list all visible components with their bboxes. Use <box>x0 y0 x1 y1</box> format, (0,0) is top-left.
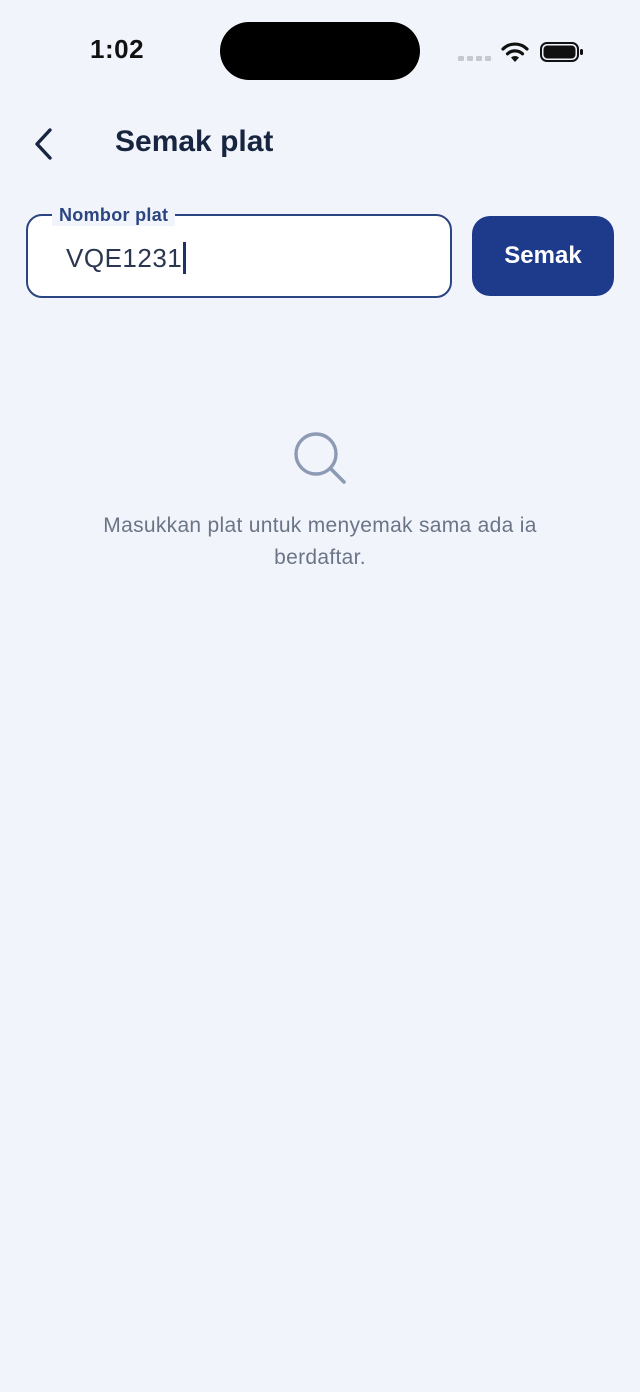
battery-icon <box>540 42 583 62</box>
plate-number-value: VQE1231 <box>66 242 183 273</box>
empty-state-message: Masukkan plat untuk menyemak sama ada ia… <box>103 514 537 569</box>
status-time: 1:02 <box>90 34 145 64</box>
text-caret <box>183 242 186 274</box>
status-bar: 1:02 <box>0 0 640 100</box>
cellular-signal-icon <box>458 54 492 62</box>
page-title: Semak plat <box>115 125 274 158</box>
plate-number-label: Nombor plat <box>52 204 176 228</box>
plate-number-field[interactable]: Nombor plat VQE1231 <box>26 204 452 298</box>
search-icon <box>294 432 346 484</box>
plate-number-input[interactable]: VQE1231 <box>66 240 186 276</box>
header: Semak plat <box>0 110 640 180</box>
wifi-icon <box>501 42 529 62</box>
dynamic-island <box>220 22 420 80</box>
back-button[interactable] <box>22 122 66 166</box>
check-button[interactable]: Semak <box>472 216 614 296</box>
chevron-left-icon <box>35 128 52 160</box>
